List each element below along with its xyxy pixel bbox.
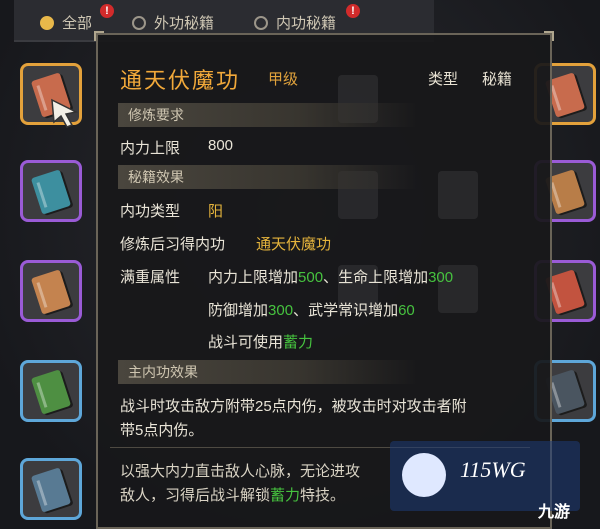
item-title: 通天伏魔功 bbox=[120, 68, 241, 93]
radio-selected-icon bbox=[40, 15, 54, 30]
book-icon bbox=[30, 269, 72, 315]
book-icon bbox=[30, 467, 72, 513]
corner-ornament bbox=[544, 31, 554, 41]
cursor-icon bbox=[51, 98, 79, 128]
bonus-value: 300 bbox=[268, 302, 294, 319]
book-slot[interactable] bbox=[20, 260, 82, 322]
section-main-effect: 主内功效果 bbox=[118, 360, 418, 384]
radio-icon bbox=[254, 15, 268, 30]
battle-use-label: 战斗可使用 bbox=[208, 334, 284, 351]
req-label: 内力上限 bbox=[120, 140, 181, 157]
inner-type-label: 内功类型 bbox=[120, 203, 181, 220]
bonus-line-1: 内力上限增加500、生命上限增加300 bbox=[208, 266, 453, 287]
book-slot[interactable] bbox=[20, 360, 82, 422]
item-grade: 甲级 bbox=[268, 71, 299, 88]
main-effect-line-2: 带5点内伤。 bbox=[120, 422, 204, 439]
type-value: 秘籍 bbox=[482, 71, 513, 88]
description-line-1: 以强大内力直击敌人心脉，无论进攻 bbox=[120, 463, 361, 480]
desc-text: 特技。 bbox=[300, 487, 346, 504]
bonus-value: 500 bbox=[298, 269, 324, 286]
filter-all[interactable]: 全部 ! bbox=[40, 4, 115, 33]
bonus-line-2: 防御增加300、武学常识增加60 bbox=[208, 299, 415, 320]
watermark-logo-icon bbox=[402, 453, 446, 497]
section-effect: 秘籍效果 bbox=[118, 165, 418, 189]
faded-book-icon bbox=[438, 171, 478, 219]
filter-label: 内功秘籍 bbox=[276, 15, 337, 32]
radio-icon bbox=[132, 15, 146, 30]
learn-value: 通天伏魔功 bbox=[256, 236, 332, 253]
bonus-name: 防御增加 bbox=[208, 302, 269, 319]
full-attr-label: 满重属性 bbox=[120, 269, 181, 286]
bonus-name: 生命上限增加 bbox=[338, 269, 429, 286]
battle-use-value: 蓄力 bbox=[283, 334, 314, 351]
corner-ornament bbox=[94, 31, 104, 41]
learn-label: 修炼后习得内功 bbox=[120, 236, 226, 253]
watermark-text: 115WG bbox=[460, 457, 526, 482]
desc-highlight: 蓄力 bbox=[270, 487, 301, 504]
section-requirement: 修炼要求 bbox=[118, 103, 418, 127]
separator: 、 bbox=[293, 302, 309, 319]
main-effect-line-1: 战斗时攻击敌方附带25点内伤，被攻击时对攻击者附 bbox=[120, 398, 467, 415]
book-icon bbox=[30, 169, 72, 215]
book-icon bbox=[30, 369, 72, 415]
alert-badge-icon: ! bbox=[346, 4, 361, 18]
filter-label: 全部 bbox=[62, 15, 93, 32]
bonus-value: 60 bbox=[398, 302, 415, 319]
watermark-text-2: 九游 bbox=[538, 504, 571, 521]
desc-text: 敌人，习得后战斗解锁 bbox=[120, 487, 271, 504]
description-line-2: 敌人，习得后战斗解锁蓄力特技。 bbox=[120, 484, 345, 505]
battle-use-line: 战斗可使用蓄力 bbox=[208, 331, 313, 352]
separator: 、 bbox=[323, 269, 339, 286]
alert-badge-icon: ! bbox=[100, 4, 115, 18]
filter-outer[interactable]: 外功秘籍 bbox=[132, 12, 214, 33]
bonus-name: 内力上限增加 bbox=[208, 269, 299, 286]
bonus-name: 武学常识增加 bbox=[308, 302, 399, 319]
book-slot[interactable] bbox=[20, 458, 82, 520]
bonus-value: 300 bbox=[428, 269, 454, 286]
req-value: 800 bbox=[208, 137, 234, 154]
filter-inner[interactable]: 内功秘籍 ! bbox=[254, 4, 361, 33]
inner-type-value: 阳 bbox=[208, 203, 224, 220]
type-label: 类型 bbox=[428, 71, 459, 88]
book-slot[interactable] bbox=[20, 160, 82, 222]
filter-label: 外功秘籍 bbox=[154, 15, 215, 32]
